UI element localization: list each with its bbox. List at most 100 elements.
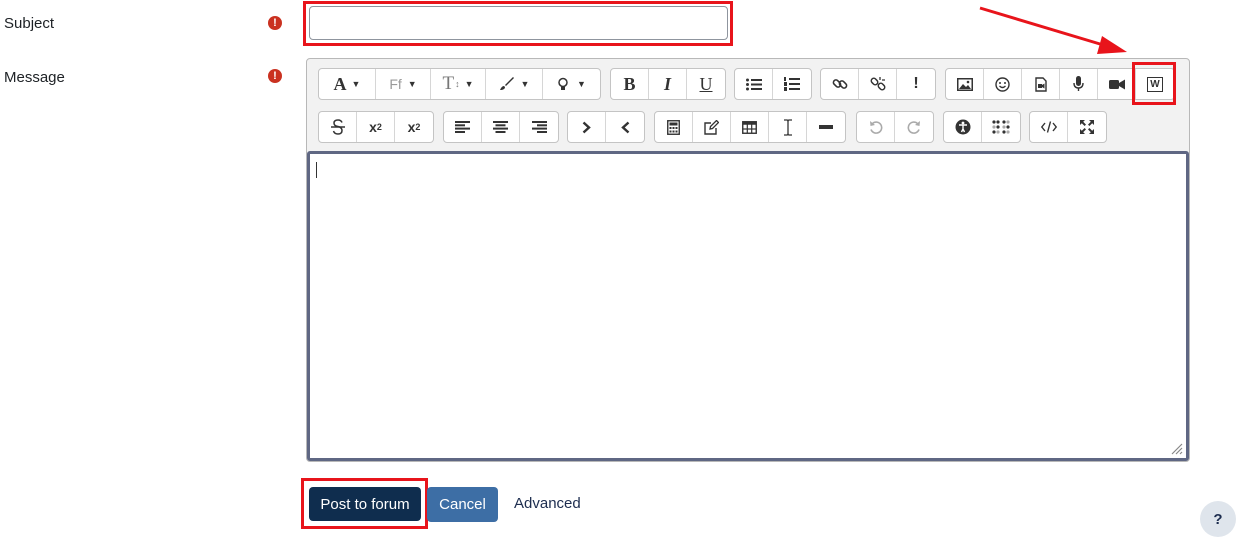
- accessibility-checker-button[interactable]: [944, 112, 982, 142]
- insert-emoji-button[interactable]: [984, 69, 1022, 99]
- unlink-button[interactable]: [859, 69, 897, 99]
- accessibility-icon: [955, 119, 970, 135]
- chevron-down-icon: ▼: [351, 79, 361, 89]
- toolbar-group-view: [1029, 111, 1107, 143]
- unordered-list-button[interactable]: [735, 69, 773, 99]
- insert-image-button[interactable]: [946, 69, 984, 99]
- font-style-button[interactable]: A ▼: [319, 69, 376, 99]
- redo-button[interactable]: [895, 112, 933, 142]
- align-center-icon: [493, 121, 508, 133]
- subject-label: Subject: [4, 15, 55, 32]
- record-video-button[interactable]: [1098, 69, 1136, 99]
- table-button[interactable]: [731, 112, 769, 142]
- calculator-icon: [667, 119, 680, 135]
- font-family-button[interactable]: Ff ▼: [376, 69, 431, 99]
- font-size-icon: T: [442, 73, 455, 94]
- message-editor: A ▼ Ff ▼ T ↕ ▼ ▼ ▼ B I U ! W x 2 x 2: [306, 58, 1190, 462]
- subscript-button[interactable]: x2: [357, 112, 395, 142]
- toolbar-group-insert: [654, 111, 846, 143]
- toolbar-group-links: !: [820, 68, 936, 100]
- paintbrush-icon: [499, 77, 514, 90]
- help-button[interactable]: ?: [1200, 501, 1236, 537]
- underline-button[interactable]: U: [687, 69, 725, 99]
- align-right-icon: [531, 121, 547, 133]
- subject-highlight-box: [303, 1, 733, 46]
- bullet-list-icon: [745, 78, 762, 90]
- chevron-down-icon: ▼: [407, 79, 417, 89]
- code-icon: [1040, 121, 1057, 133]
- link-icon: [832, 79, 847, 89]
- italic-button[interactable]: I: [649, 69, 687, 99]
- fullscreen-button[interactable]: [1068, 112, 1106, 142]
- edit-icon: [704, 119, 719, 135]
- video-camera-icon: [1108, 79, 1125, 89]
- align-left-icon: [455, 121, 470, 133]
- html-source-button[interactable]: [1030, 112, 1068, 142]
- record-audio-button[interactable]: [1060, 69, 1098, 99]
- text-cursor-icon: [783, 118, 792, 136]
- cancel-button[interactable]: Cancel: [427, 487, 498, 522]
- numbered-list-icon: [784, 77, 800, 91]
- microphone-icon: [1073, 76, 1084, 91]
- important-button[interactable]: !: [897, 69, 935, 99]
- chevron-down-icon: ▼: [577, 79, 586, 89]
- align-right-button[interactable]: [520, 112, 558, 142]
- highlight-button[interactable]: ▼: [543, 69, 600, 99]
- chevron-down-icon: ▼: [464, 79, 474, 89]
- redo-icon: [907, 121, 920, 134]
- indent-button[interactable]: [568, 112, 606, 142]
- lightbulb-icon: [558, 77, 568, 90]
- chevron-down-icon: ▼: [520, 79, 530, 89]
- required-icon: !: [268, 16, 282, 30]
- horizontal-rule-button[interactable]: [807, 112, 845, 142]
- subscript-mark: 2: [376, 122, 382, 132]
- font-icon: A: [333, 73, 347, 94]
- toolbar-group-align: [443, 111, 559, 143]
- message-label: Message: [4, 69, 65, 86]
- link-button[interactable]: [821, 69, 859, 99]
- superscript-button[interactable]: x2: [395, 112, 433, 142]
- toolbar-group-accessibility: [943, 111, 1021, 143]
- screenreader-helper-button[interactable]: [982, 112, 1020, 142]
- toolbar-group-lists: [734, 68, 812, 100]
- ordered-list-button[interactable]: [773, 69, 811, 99]
- font-size-button[interactable]: T ↕ ▼: [431, 69, 486, 99]
- font-size-arrows-icon: ↕: [455, 79, 460, 89]
- media-file-icon: [1034, 76, 1047, 92]
- toolbar-group-indent: [567, 111, 645, 143]
- font-family-icon: Ff: [389, 76, 402, 92]
- strikethrough-button[interactable]: [319, 112, 357, 142]
- message-content-area[interactable]: [307, 151, 1189, 461]
- align-left-button[interactable]: [444, 112, 482, 142]
- manage-files-button[interactable]: [693, 112, 731, 142]
- post-button-highlight-box: [301, 478, 428, 529]
- insert-media-button[interactable]: [1022, 69, 1060, 99]
- advanced-link[interactable]: Advanced: [514, 495, 581, 512]
- resize-grip-icon[interactable]: [1169, 441, 1183, 455]
- toolbar-group-style: A ▼ Ff ▼ T ↕ ▼ ▼ ▼: [318, 68, 601, 100]
- toolbar-group-format: B I U: [610, 68, 726, 100]
- unlink-icon: [870, 77, 885, 91]
- clear-formatting-button[interactable]: [769, 112, 807, 142]
- toolbar-group-script: x2 x2: [318, 111, 434, 143]
- strikethrough-icon: [330, 119, 345, 135]
- required-icon: !: [268, 69, 282, 83]
- fullscreen-icon: [1080, 120, 1094, 134]
- align-center-button[interactable]: [482, 112, 520, 142]
- text-color-button[interactable]: ▼: [486, 69, 543, 99]
- chevron-right-icon: [582, 121, 591, 133]
- smiley-icon: [995, 76, 1010, 92]
- undo-button[interactable]: [857, 112, 895, 142]
- horizontal-rule-icon: [819, 125, 833, 129]
- undo-icon: [869, 121, 882, 134]
- braille-icon: [992, 120, 1010, 134]
- chevron-left-icon: [620, 121, 629, 133]
- bold-button[interactable]: B: [611, 69, 649, 99]
- equation-button[interactable]: [655, 112, 693, 142]
- superscript-mark: 2: [415, 122, 421, 132]
- table-icon: [742, 120, 757, 134]
- outdent-button[interactable]: [606, 112, 644, 142]
- word-button-highlight-box: [1132, 62, 1176, 105]
- subscript-label: x: [369, 119, 377, 135]
- image-icon: [956, 77, 973, 91]
